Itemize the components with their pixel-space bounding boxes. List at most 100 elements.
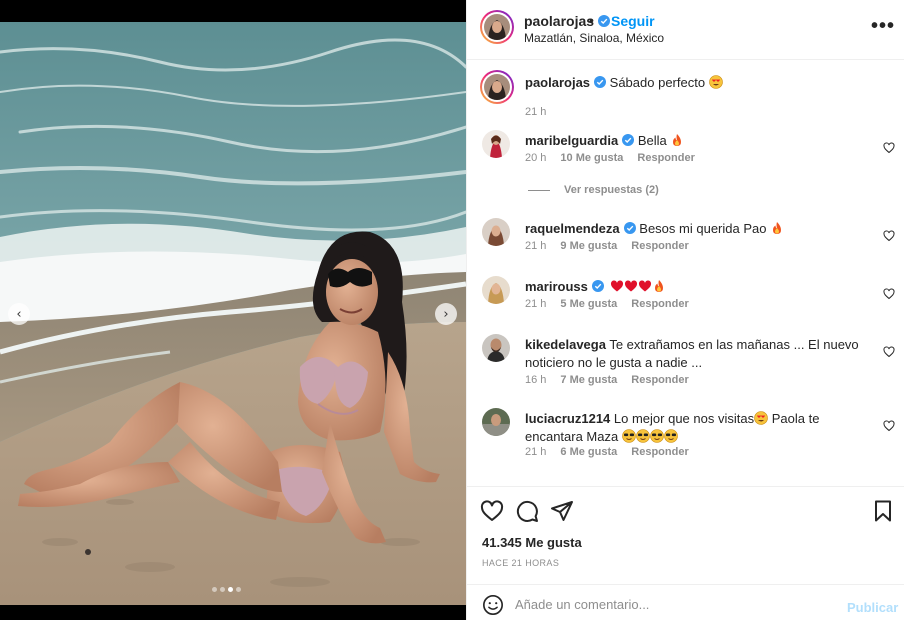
commenter-avatar[interactable] — [482, 276, 510, 304]
verified-badge-icon — [598, 15, 611, 27]
comment-time[interactable]: 20 h — [525, 152, 546, 164]
next-photo-button[interactable]: › — [435, 303, 457, 325]
comment-time[interactable]: 21 h — [525, 240, 546, 252]
comment-time[interactable]: 16 h — [525, 374, 546, 386]
verified-badge-icon — [594, 76, 607, 88]
comment-text: maribelguardia Bella — [525, 132, 860, 150]
story-ring[interactable] — [480, 10, 514, 44]
heart-eyes-emoji-icon — [708, 75, 723, 89]
verified-badge-icon — [622, 134, 635, 146]
commenter-avatar[interactable] — [482, 218, 510, 246]
reply-button[interactable]: Responder — [637, 152, 694, 164]
comment-composer: Publicar — [467, 584, 904, 620]
comment-text: marirouss — [525, 278, 860, 296]
carousel-dot — [212, 587, 217, 592]
save-bookmark-icon[interactable] — [871, 499, 895, 523]
story-ring[interactable] — [480, 70, 514, 104]
comment-time[interactable]: 21 h — [525, 446, 546, 458]
comment-input[interactable] — [515, 593, 835, 615]
post-time[interactable]: HACE 21 HORAS — [482, 558, 559, 568]
commenter-avatar[interactable] — [482, 334, 510, 362]
like-heart-icon[interactable] — [480, 499, 504, 523]
comment-text: raquelmendeza Besos mi querida Pao — [525, 220, 860, 238]
more-options-icon[interactable]: ••• — [871, 16, 895, 36]
view-replies-button[interactable]: Ver respuestas (2) — [528, 184, 659, 196]
comment-username[interactable]: luciacruz1214 — [525, 411, 610, 426]
reply-button[interactable]: Responder — [631, 240, 688, 252]
verified-badge-icon — [591, 280, 604, 292]
reply-button[interactable]: Responder — [631, 446, 688, 458]
chevron-right-icon: › — [443, 306, 449, 322]
red-heart-icon — [638, 280, 651, 292]
comment-username[interactable]: kikedelavega — [525, 337, 606, 352]
comment-likes[interactable]: 7 Me gusta — [560, 374, 617, 386]
fire-emoji-icon — [673, 134, 682, 146]
reply-button[interactable]: Responder — [631, 374, 688, 386]
comment-text: kikedelavega Te extrañamos en las mañana… — [525, 337, 859, 370]
post-media: ‹ › — [0, 0, 466, 620]
caption-time[interactable]: 21 h — [525, 106, 546, 118]
separator-dot: • — [589, 12, 594, 28]
fire-emoji-icon — [773, 222, 782, 234]
sunglasses-emoji-icon — [622, 429, 636, 443]
comment-likes[interactable]: 5 Me gusta — [560, 298, 617, 310]
comment-meta: 21 h 6 Me gusta Responder — [525, 446, 689, 458]
like-comment-heart-icon[interactable] — [883, 288, 895, 300]
comment-likes[interactable]: 6 Me gusta — [560, 446, 617, 458]
share-paper-plane-icon[interactable] — [550, 499, 574, 523]
comment-time[interactable]: 21 h — [525, 298, 546, 310]
fire-emoji-icon — [654, 280, 663, 292]
sunglasses-emoji-icon — [650, 429, 664, 443]
post-side-panel: paolarojas • Seguir Mazatlán, Sinaloa, M… — [466, 0, 904, 620]
comment-meta: 21 h 5 Me gusta Responder — [525, 298, 689, 310]
red-heart-icon — [624, 280, 637, 292]
follow-button[interactable]: Seguir — [611, 13, 655, 29]
post-actions: 41.345 Me gusta HACE 21 HORAS — [467, 486, 904, 584]
post-header: paolarojas • Seguir Mazatlán, Sinaloa, M… — [467, 0, 904, 60]
like-comment-heart-icon[interactable] — [883, 142, 895, 154]
carousel-indicator — [212, 587, 241, 592]
like-comment-heart-icon[interactable] — [883, 346, 895, 358]
previous-photo-button[interactable]: ‹ — [8, 303, 30, 325]
chevron-left-icon: ‹ — [16, 306, 22, 322]
comment-username[interactable]: maribelguardia — [525, 133, 618, 148]
emoji-smiley-icon[interactable] — [482, 594, 504, 616]
beach-photo-image — [0, 22, 466, 605]
caption-text: paolarojas Sábado perfecto — [525, 74, 860, 92]
avatar — [484, 74, 510, 100]
comment-username[interactable]: marirouss — [525, 279, 588, 294]
comment-meta: 16 h 7 Me gusta Responder — [525, 374, 689, 386]
sunglasses-emoji-icon — [664, 429, 678, 443]
like-comment-heart-icon[interactable] — [883, 420, 895, 432]
heart-eyes-emoji-icon — [754, 411, 768, 425]
comment-username[interactable]: raquelmendeza — [525, 221, 620, 236]
author-username[interactable]: paolarojas — [524, 13, 611, 29]
carousel-dot — [236, 587, 241, 592]
verified-badge-icon — [623, 222, 636, 234]
sunglasses-emoji-row — [622, 429, 678, 444]
reply-button[interactable]: Responder — [631, 298, 688, 310]
comment-meta: 21 h 9 Me gusta Responder — [525, 240, 689, 252]
sunglasses-emoji-icon — [636, 429, 650, 443]
carousel-dot-active — [228, 587, 233, 592]
comment-text: luciacruz1214 Lo mejor que nos visitas P… — [525, 411, 820, 444]
comments-list[interactable]: paolarojas Sábado perfecto 21 h maribelg… — [467, 60, 904, 485]
commenter-avatar[interactable] — [482, 130, 510, 158]
carousel-dot — [220, 587, 225, 592]
comment-likes[interactable]: 9 Me gusta — [560, 240, 617, 252]
red-heart-icon — [610, 280, 623, 292]
post-photo[interactable] — [0, 22, 466, 605]
avatar — [484, 14, 510, 40]
comment-meta: 20 h 10 Me gusta Responder — [525, 152, 695, 164]
red-hearts-fire-emoji — [610, 279, 666, 294]
publish-button[interactable]: Publicar — [847, 600, 898, 615]
caption-username[interactable]: paolarojas — [525, 75, 590, 90]
post-location[interactable]: Mazatlán, Sinaloa, México — [524, 31, 664, 45]
comment-likes[interactable]: 10 Me gusta — [560, 152, 623, 164]
comment-bubble-icon[interactable] — [515, 499, 539, 523]
commenter-avatar[interactable] — [482, 408, 510, 436]
like-comment-heart-icon[interactable] — [883, 230, 895, 242]
replies-divider — [528, 189, 550, 191]
caption-meta: 21 h — [525, 106, 546, 118]
likes-count[interactable]: 41.345 Me gusta — [482, 535, 582, 550]
